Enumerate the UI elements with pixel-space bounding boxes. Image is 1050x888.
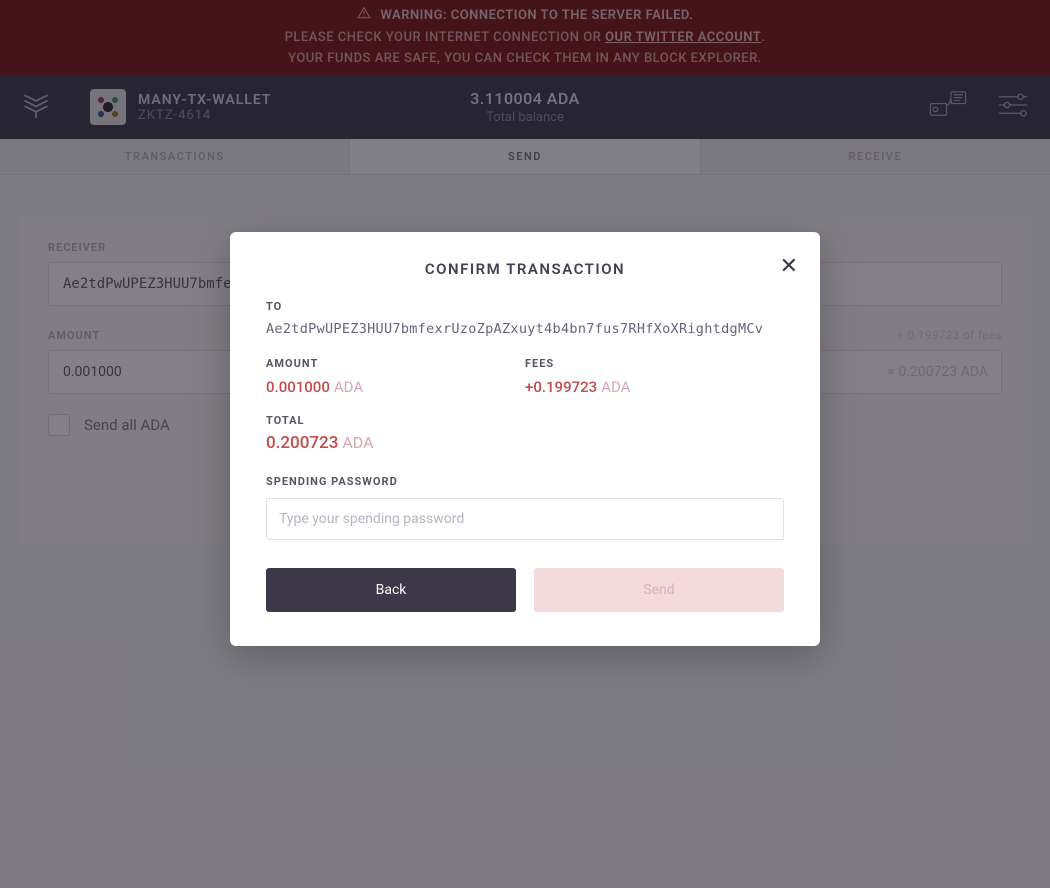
spending-password-input[interactable] — [266, 498, 784, 540]
modal-amount-value: 0.001000 — [266, 378, 330, 396]
confirm-transaction-modal: CONFIRM TRANSACTION ✕ TO Ae2tdPwUPEZ3HUU… — [230, 232, 820, 646]
modal-total-label: TOTAL — [266, 414, 784, 427]
spending-password-label: SPENDING PASSWORD — [266, 475, 784, 488]
modal-amount-label: AMOUNT — [266, 357, 525, 370]
modal-fees-unit: ADA — [601, 378, 630, 396]
modal-fees-value: +0.199723 — [525, 378, 597, 396]
close-icon[interactable]: ✕ — [780, 254, 798, 279]
modal-title: CONFIRM TRANSACTION — [266, 260, 784, 278]
send-button[interactable]: Send — [534, 568, 784, 612]
modal-to-address: Ae2tdPwUPEZ3HUU7bmfexrUzoZpAZxuyt4b4bn7f… — [266, 321, 784, 337]
modal-amount-unit: ADA — [334, 378, 363, 396]
modal-total-value: 0.200723 — [266, 433, 338, 453]
modal-fees-label: FEES — [525, 357, 784, 370]
back-button[interactable]: Back — [266, 568, 516, 612]
modal-total-unit: ADA — [342, 433, 373, 452]
modal-to-label: TO — [266, 300, 784, 313]
